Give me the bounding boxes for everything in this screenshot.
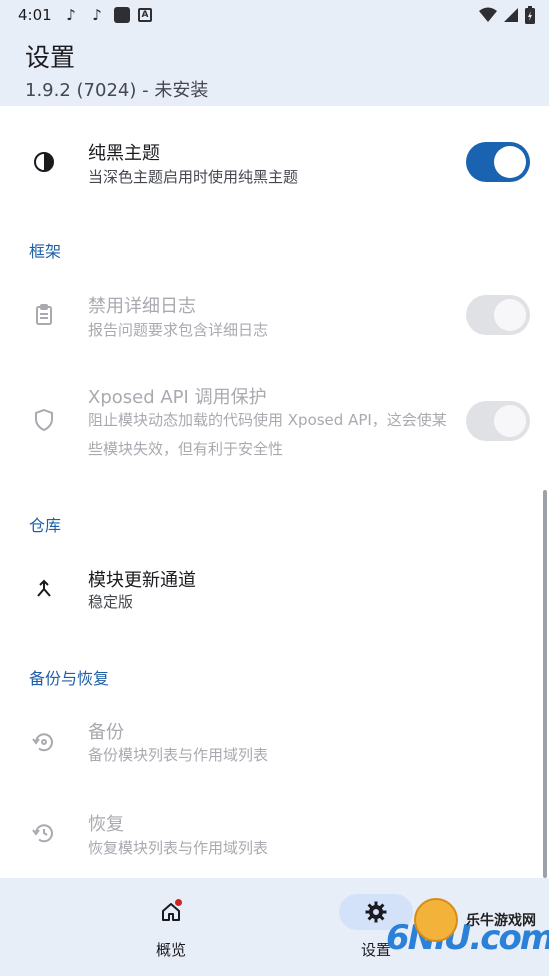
pref-title: 恢复 [88, 814, 124, 835]
page-subtitle: 1.9.2 (7024) - 未安装 [25, 80, 209, 101]
merge-icon [29, 574, 59, 604]
pref-summary: 备份模块列表与作用域列表 [88, 746, 269, 764]
nav-item-overview[interactable]: 概览 [134, 878, 208, 976]
pref-backup[interactable]: 备份 备份模块列表与作用域列表 [0, 702, 549, 792]
verbose-log-switch[interactable] [466, 295, 530, 335]
status-time: 4:01 [18, 6, 52, 24]
page-title: 设置 [25, 43, 76, 72]
shield-icon [29, 405, 59, 435]
tiktok-icon: ♪ [92, 6, 102, 24]
pref-xposed-api-protection[interactable]: Xposed API 调用保护 阻止模块动态加载的代码使用 Xposed API… [0, 371, 549, 481]
scrollbar[interactable] [543, 490, 547, 878]
nav-label-overview: 概览 [155, 941, 186, 959]
xposed-api-switch[interactable] [466, 401, 530, 441]
tiktok-icon: ♪ [66, 6, 76, 24]
pref-summary: 阻止模块动态加载的代码使用 Xposed API，这会使某些模块失效，但有利于安… [88, 411, 447, 458]
contrast-icon [29, 147, 59, 177]
mascot-icon [414, 898, 458, 942]
pref-restore[interactable]: 恢复 恢复模块列表与作用域列表 [0, 794, 549, 878]
settings-list[interactable]: 纯黑主题 当深色主题启用时使用纯黑主题 框架 禁用详细日志 报告问题要求包含详细… [0, 106, 549, 878]
app-bar: 设置 1.9.2 (7024) - 未安装 [0, 32, 549, 106]
clipboard-icon [29, 300, 59, 330]
pref-summary: 当深色主题启用时使用纯黑主题 [88, 168, 299, 186]
section-header-backup-restore: 备份与恢复 [29, 669, 110, 688]
pref-disable-verbose-log[interactable]: 禁用详细日志 报告问题要求包含详细日志 [0, 276, 549, 376]
history-icon [29, 818, 59, 848]
pref-black-theme[interactable]: 纯黑主题 当深色主题启用时使用纯黑主题 [0, 106, 549, 216]
a-notification-icon: A [138, 8, 152, 22]
switch-knob [494, 405, 526, 437]
battery-charging-icon [525, 6, 535, 24]
switch-knob [494, 299, 526, 331]
site-watermark: 6NiU.com 乐牛游戏网 [386, 896, 549, 966]
status-bar: 4:01 ♪ ♪ A [0, 0, 549, 32]
pref-update-channel[interactable]: 模块更新通道 稳定版 [0, 552, 549, 642]
notification-badge [175, 899, 182, 906]
section-header-framework: 框架 [29, 242, 62, 261]
signal-icon [504, 8, 518, 22]
pref-summary: 报告问题要求包含详细日志 [88, 321, 269, 339]
pref-summary: 稳定版 [88, 593, 134, 611]
gear-icon [365, 901, 387, 923]
pref-summary: 恢复模块列表与作用域列表 [88, 839, 269, 857]
black-theme-switch[interactable] [466, 142, 530, 182]
backup-restore-icon [29, 727, 59, 757]
wifi-icon [479, 7, 497, 22]
section-header-repo: 仓库 [29, 516, 62, 535]
pref-title: 纯黑主题 [88, 143, 160, 164]
watermark-site-name: 乐牛游戏网 [466, 913, 536, 929]
pref-title: 禁用详细日志 [88, 296, 196, 317]
app-square-icon [114, 7, 130, 23]
switch-knob [494, 146, 526, 178]
